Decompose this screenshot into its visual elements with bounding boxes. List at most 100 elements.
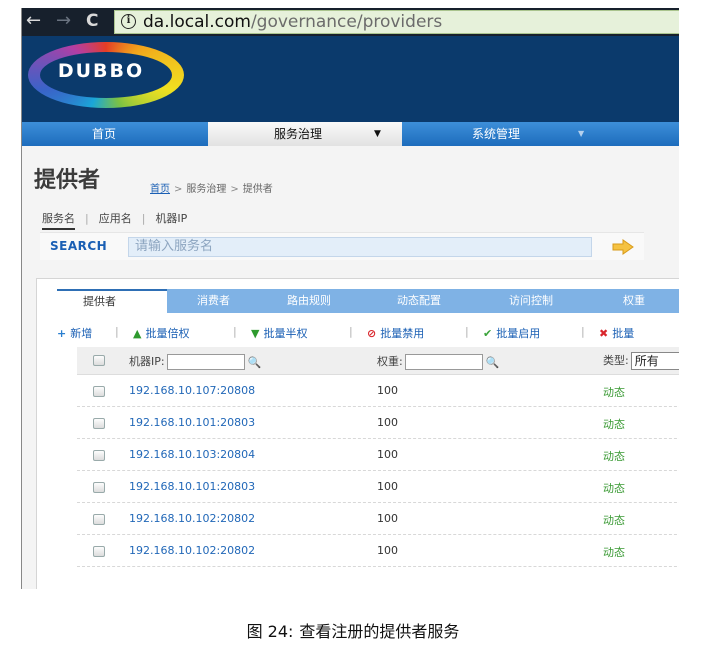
address-bar[interactable]: i da.local.com/governance/providers bbox=[114, 10, 679, 34]
weight-filter: 权重: 🔍 bbox=[377, 353, 499, 370]
row-checkbox[interactable] bbox=[93, 514, 105, 525]
tab-consumers[interactable]: 消费者 bbox=[197, 289, 230, 313]
url-text: da.local.com/governance/providers bbox=[143, 12, 442, 32]
search-icon[interactable]: 🔍 bbox=[486, 356, 500, 369]
row-ip-link[interactable]: 192.168.10.107:20808 bbox=[129, 384, 255, 397]
row-weight: 100 bbox=[377, 384, 398, 397]
type-filter: 类型: 所有 bbox=[603, 352, 679, 370]
reload-icon[interactable]: C bbox=[86, 10, 98, 32]
page-title: 提供者 bbox=[34, 168, 101, 193]
filter-tabs: 服务名 | 应用名 | 机器IP bbox=[42, 210, 187, 230]
row-checkbox[interactable] bbox=[93, 450, 105, 461]
filter-tab-service-name[interactable]: 服务名 bbox=[42, 210, 75, 230]
breadcrumb-separator: > bbox=[174, 184, 183, 195]
batch-disable-label: 批量禁用 bbox=[380, 327, 425, 340]
filter-separator: | bbox=[141, 212, 146, 225]
type-select[interactable]: 所有 bbox=[630, 352, 679, 370]
nav-home[interactable]: 首页 bbox=[92, 122, 116, 146]
arrow-down-icon: ▼ bbox=[251, 327, 260, 340]
row-type: 动态 bbox=[603, 418, 625, 431]
row-checkbox[interactable] bbox=[93, 386, 105, 397]
batch-double-weight-label: 批量倍权 bbox=[145, 327, 190, 340]
row-ip-link[interactable]: 192.168.10.103:20804 bbox=[129, 448, 255, 461]
batch-enable-label: 批量启用 bbox=[496, 327, 541, 340]
batch-more-label: 批量 bbox=[612, 327, 635, 340]
table-header: 机器IP: 🔍 权重: 🔍 类型: 所有 bbox=[77, 347, 679, 375]
browser-toolbar: ← → C i da.local.com/governance/provider… bbox=[22, 8, 679, 36]
table-row: 192.168.10.101:20803 100 动态 bbox=[77, 407, 679, 439]
toolbar-separator: | bbox=[349, 325, 353, 338]
nav-system-management[interactable]: 系统管理 bbox=[472, 122, 520, 146]
search-input[interactable]: 请输入服务名 bbox=[128, 237, 592, 257]
arrow-up-icon: ▲ bbox=[133, 327, 142, 340]
search-bar: SEARCH 请输入服务名 bbox=[40, 232, 644, 260]
url-path: /governance/providers bbox=[250, 12, 443, 32]
content-area: 提供者 首页 > 服务治理 > 提供者 服务名 | 应用名 | 机器IP SEARCH 请输入服… bbox=[22, 146, 679, 589]
add-label: 新增 bbox=[70, 327, 93, 340]
weight-header-label: 权重: bbox=[377, 355, 403, 368]
app-header: DUBBO bbox=[22, 36, 679, 122]
row-ip-link[interactable]: 192.168.10.102:20802 bbox=[129, 544, 255, 557]
tab-access-control[interactable]: 访问控制 bbox=[509, 289, 553, 313]
batch-more-button[interactable]: ✖ 批量 bbox=[599, 325, 634, 341]
row-checkbox[interactable] bbox=[93, 482, 105, 493]
row-ip-link[interactable]: 192.168.10.101:20803 bbox=[129, 480, 255, 493]
row-type: 动态 bbox=[603, 546, 625, 559]
breadcrumb-providers: 提供者 bbox=[242, 184, 273, 195]
row-type: 动态 bbox=[603, 386, 625, 399]
caret-down-icon: ▼ bbox=[374, 129, 381, 139]
caret-down-icon[interactable]: ▼ bbox=[578, 122, 584, 146]
filter-tab-app-name[interactable]: 应用名 bbox=[99, 210, 132, 226]
ban-icon: ⊘ bbox=[367, 327, 377, 340]
info-icon[interactable]: i bbox=[121, 14, 136, 29]
batch-double-weight-button[interactable]: ▲ 批量倍权 bbox=[133, 325, 189, 341]
row-checkbox[interactable] bbox=[93, 418, 105, 429]
caption-number: 图 24: bbox=[246, 622, 294, 641]
caption-text: 查看注册的提供者服务 bbox=[299, 622, 460, 641]
logo-text: DUBBO bbox=[57, 60, 145, 82]
tab-route-rules[interactable]: 路由规则 bbox=[287, 289, 331, 313]
arrow-right-icon[interactable] bbox=[612, 239, 634, 255]
batch-disable-button[interactable]: ⊘ 批量禁用 bbox=[367, 325, 424, 341]
tab-bar: 提供者 消费者 路由规则 动态配置 访问控制 权重 bbox=[57, 289, 679, 313]
add-button[interactable]: + 新增 bbox=[57, 325, 92, 341]
row-checkbox[interactable] bbox=[93, 546, 105, 557]
back-arrow-icon[interactable]: ← bbox=[26, 10, 41, 32]
forward-arrow-icon[interactable]: → bbox=[56, 10, 71, 32]
row-weight: 100 bbox=[377, 416, 398, 429]
nav-service-governance-label: 服务治理 bbox=[274, 127, 323, 141]
tab-weight[interactable]: 权重 bbox=[623, 289, 645, 313]
row-weight: 100 bbox=[377, 480, 398, 493]
nav-service-governance[interactable]: 服务治理 ▼ bbox=[208, 122, 402, 146]
breadcrumb-home-link[interactable]: 首页 bbox=[150, 184, 170, 195]
filter-separator: | bbox=[85, 212, 89, 225]
filter-tab-machine-ip[interactable]: 机器IP bbox=[155, 210, 187, 226]
weight-filter-input[interactable] bbox=[404, 354, 483, 370]
row-ip-link[interactable]: 192.168.10.102:20802 bbox=[129, 512, 255, 525]
cross-icon: ✖ bbox=[599, 327, 609, 340]
breadcrumb-service-governance: 服务治理 bbox=[186, 184, 227, 195]
batch-enable-button[interactable]: ✔ 批量启用 bbox=[483, 325, 540, 341]
ip-header-label: 机器IP: bbox=[129, 355, 165, 368]
search-label: SEARCH bbox=[50, 239, 108, 253]
ip-filter-input[interactable] bbox=[166, 354, 245, 370]
batch-half-weight-button[interactable]: ▼ 批量半权 bbox=[251, 325, 307, 341]
row-weight: 100 bbox=[377, 544, 398, 557]
row-type: 动态 bbox=[603, 514, 625, 527]
toolbar-separator: | bbox=[233, 325, 237, 338]
tab-providers[interactable]: 提供者 bbox=[57, 289, 167, 313]
url-host: da.local.com bbox=[143, 12, 251, 32]
table-row: 192.168.10.107:20808 100 动态 bbox=[77, 375, 679, 407]
row-type: 动态 bbox=[603, 482, 625, 495]
select-all-checkbox[interactable] bbox=[93, 355, 105, 366]
row-ip-link[interactable]: 192.168.10.101:20803 bbox=[129, 416, 255, 429]
check-icon: ✔ bbox=[483, 327, 493, 340]
plus-icon: + bbox=[57, 327, 67, 340]
search-icon[interactable]: 🔍 bbox=[248, 356, 262, 369]
toolbar-separator: | bbox=[465, 325, 469, 338]
tab-dynamic-config[interactable]: 动态配置 bbox=[397, 289, 441, 313]
table-row: 192.168.10.101:20803 100 动态 bbox=[77, 471, 679, 503]
batch-half-weight-label: 批量半权 bbox=[263, 327, 308, 340]
breadcrumb-separator: > bbox=[230, 184, 239, 195]
table-row: 192.168.10.103:20804 100 动态 bbox=[77, 439, 679, 471]
